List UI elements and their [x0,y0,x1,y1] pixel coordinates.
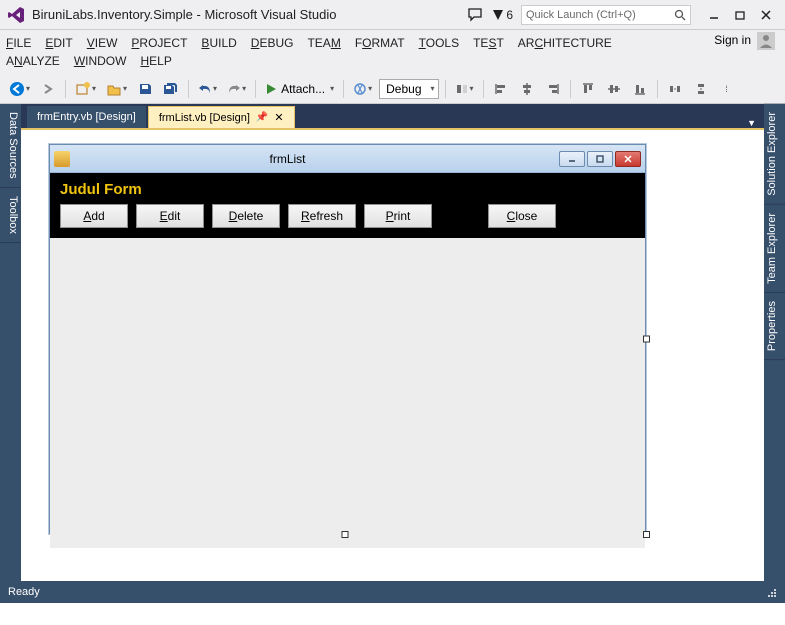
align-center-button[interactable] [516,78,538,100]
menu-analyze[interactable]: ANALYZE [6,54,60,68]
workspace: Data Sources Toolbox frmEntry.vb [Design… [0,104,785,581]
form-maximize-button[interactable] [587,151,613,167]
design-surface[interactable]: frmList Judul Form Add Edit Delete [49,144,659,549]
notifications-button[interactable]: 6 [492,8,513,22]
signin-link[interactable]: Sign in [714,33,751,47]
window-close-button[interactable] [753,5,779,25]
menu-file[interactable]: FILE [6,36,31,50]
open-file-button[interactable]: ▾ [103,78,130,100]
menu-window[interactable]: WINDOW [74,54,127,68]
form-icon [54,151,70,167]
print-button[interactable]: Print [364,204,432,228]
winform-frmlist[interactable]: frmList Judul Form Add Edit Delete [49,144,646,534]
menu-team[interactable]: TEAM [307,36,340,50]
statusbar: Ready [0,581,785,603]
form-body-panel[interactable] [50,238,645,548]
menu-edit[interactable]: EDIT [45,36,72,50]
solution-config-dropdown[interactable]: Debug [379,79,438,99]
window-restore-button[interactable] [727,5,753,25]
nav-back-button[interactable]: ▾ [6,78,33,100]
align-bottom-button[interactable] [629,78,651,100]
menu-architecture[interactable]: ARCHITECTURE [518,36,612,50]
menu-build[interactable]: BUILD [201,36,236,50]
right-side-tabs: Solution Explorer Team Explorer Properti… [764,104,785,581]
delete-button[interactable]: Delete [212,204,280,228]
space-vertical-button[interactable] [690,78,712,100]
resize-handle-bottom[interactable] [342,531,349,538]
menu-tools[interactable]: TOOLS [419,36,459,50]
redo-button[interactable]: ▾ [224,78,249,100]
tab-properties[interactable]: Properties [764,293,785,360]
tab-frm-entry[interactable]: frmEntry.vb [Design] [27,106,146,128]
search-icon [674,9,686,21]
menubar: FILE EDIT VIEW PROJECT BUILD DEBUG TEAM … [0,30,785,52]
form-close-button[interactable] [615,151,641,167]
resize-handle-right[interactable] [643,336,650,343]
quick-launch-placeholder: Quick Launch (Ctrl+Q) [526,9,636,21]
close-button[interactable]: Close [488,204,556,228]
form-minimize-button[interactable] [559,151,585,167]
status-text: Ready [8,586,40,598]
window-minimize-button[interactable] [701,5,727,25]
form-button-row: Add Edit Delete Refresh Print Close [60,204,635,228]
account-avatar-icon[interactable] [757,32,775,50]
editor-tabstrip: frmEntry.vb [Design] frmList.vb [Design]… [21,104,764,128]
quick-launch-input[interactable]: Quick Launch (Ctrl+Q) [521,5,691,25]
left-side-tabs: Data Sources Toolbox [0,104,21,581]
add-button[interactable]: Add [60,204,128,228]
pin-icon[interactable]: 📌 [256,112,268,123]
align-top-button[interactable] [577,78,599,100]
titlebar: BiruniLabs.Inventory.Simple - Microsoft … [0,0,785,30]
tab-solution-explorer[interactable]: Solution Explorer [764,104,785,205]
menu-debug[interactable]: DEBUG [251,36,294,50]
toolbar-overflow[interactable]: ⁞ [716,78,738,100]
tab-frm-list[interactable]: frmList.vb [Design] 📌 ✕ [148,106,295,128]
save-button[interactable] [134,78,156,100]
tab-toolbox[interactable]: Toolbox [0,188,21,243]
designer-canvas[interactable]: frmList Judul Form Add Edit Delete [21,128,764,581]
new-project-button[interactable]: ▾ [72,78,99,100]
start-debug-button[interactable]: Attach... ▾ [262,78,337,100]
align-right-button[interactable] [542,78,564,100]
menubar-row2: ANALYZE WINDOW HELP [0,52,785,74]
browser-link-button[interactable]: ▾ [350,78,375,100]
editor-area: frmEntry.vb [Design] frmList.vb [Design]… [21,104,764,581]
winform-titlebar: frmList [50,145,645,173]
nav-forward-button[interactable] [37,78,59,100]
menu-test[interactable]: TEST [473,36,504,50]
vs-logo-icon [6,5,26,25]
toolbar: ▾ ▾ ▾ ▾ ▾ Attach... ▾ ▾ Debug ▾ ⁞ [0,74,785,104]
layout-btn-1[interactable]: ▾ [452,78,477,100]
align-left-button[interactable] [490,78,512,100]
resize-handle-corner[interactable] [643,531,650,538]
form-caption: frmList [76,152,559,166]
feedback-icon[interactable] [468,8,484,22]
menu-format[interactable]: FORMAT [355,36,405,50]
menu-view[interactable]: VIEW [87,36,118,50]
menu-help[interactable]: HELP [140,54,171,68]
menu-project[interactable]: PROJECT [131,36,187,50]
app-title: BiruniLabs.Inventory.Simple - Microsoft … [32,7,336,22]
tabstrip-overflow-icon[interactable]: ▼ [747,118,756,128]
resize-grip-icon[interactable] [765,586,777,598]
tab-team-explorer[interactable]: Team Explorer [764,205,785,293]
form-header-panel[interactable]: Judul Form Add Edit Delete Refresh Print… [50,173,645,238]
tab-data-sources[interactable]: Data Sources [0,104,21,188]
attach-label: Attach... [281,82,325,96]
undo-button[interactable]: ▾ [195,78,220,100]
space-horizontal-button[interactable] [664,78,686,100]
refresh-button[interactable]: Refresh [288,204,356,228]
close-tab-icon[interactable]: ✕ [274,111,283,124]
align-middle-button[interactable] [603,78,625,100]
notification-count: 6 [506,8,513,22]
edit-button[interactable]: Edit [136,204,204,228]
save-all-button[interactable] [160,78,182,100]
form-title-label: Judul Form [60,181,635,198]
